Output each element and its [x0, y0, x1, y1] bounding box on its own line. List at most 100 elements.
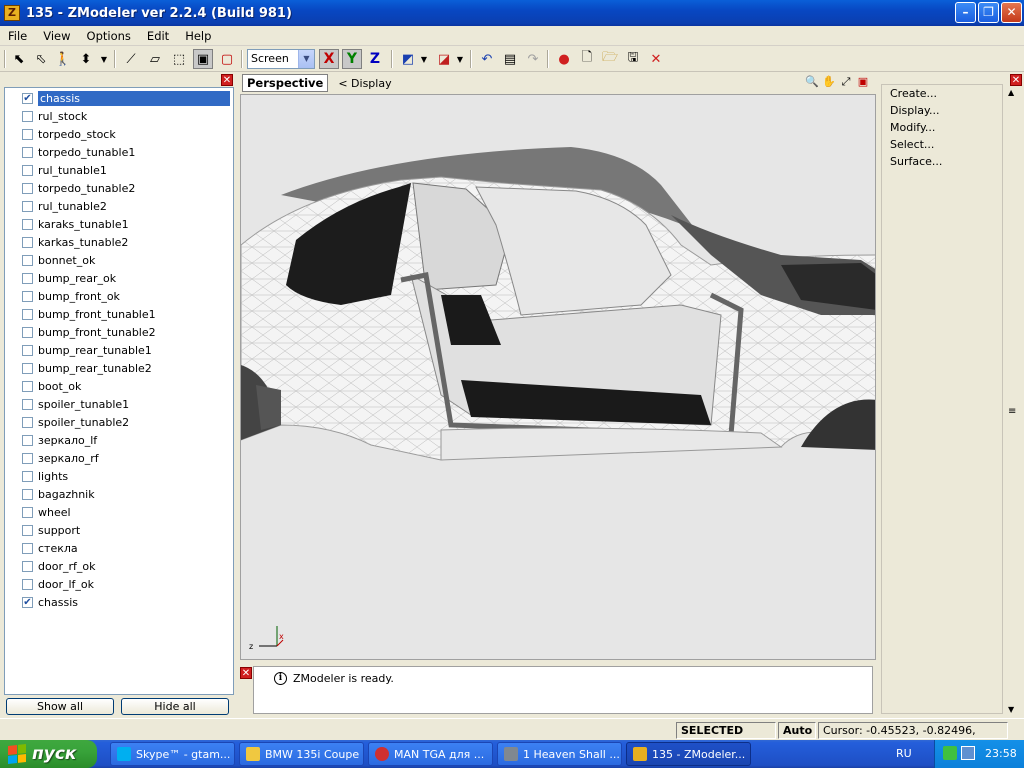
- task-opera[interactable]: MAN TGA для ...: [368, 742, 493, 766]
- object-list-item[interactable]: bagazhnik: [5, 485, 233, 503]
- face-mode-icon[interactable]: ▱: [145, 49, 165, 69]
- network-icon[interactable]: [961, 746, 975, 760]
- panel-close-icon[interactable]: ✕: [1010, 74, 1022, 86]
- maximize-button[interactable]: ❐: [978, 2, 999, 23]
- object-visibility-checkbox[interactable]: ✔: [22, 596, 33, 608]
- surface-command[interactable]: Surface...: [882, 153, 1002, 170]
- pan-hand-icon[interactable]: ✋: [822, 75, 836, 89]
- task-zmodeler[interactable]: 135 - ZModeler...: [626, 742, 751, 766]
- undo-icon[interactable]: ↶: [477, 49, 497, 69]
- view-mode-select[interactable]: Screen ▼: [247, 49, 315, 69]
- open-folder-icon[interactable]: 🗁: [600, 49, 620, 69]
- object-visibility-checkbox[interactable]: [22, 218, 33, 230]
- select-region-icon[interactable]: ⬁: [31, 49, 51, 69]
- walk-tool-icon[interactable]: 🚶: [53, 49, 73, 69]
- object-visibility-checkbox[interactable]: [22, 434, 33, 446]
- show-all-button[interactable]: Show all: [6, 698, 114, 715]
- object-list-item[interactable]: door_lf_ok: [5, 575, 233, 593]
- object-list-item[interactable]: ✔ chassis: [5, 593, 233, 611]
- shield-icon[interactable]: [943, 746, 957, 760]
- object-visibility-checkbox[interactable]: [22, 470, 33, 482]
- object-visibility-checkbox[interactable]: [22, 542, 33, 554]
- maximize-viewport-icon[interactable]: ▣: [856, 75, 870, 89]
- 3d-viewport[interactable]: z x: [240, 94, 876, 660]
- object-list-item[interactable]: torpedo_tunable2: [5, 179, 233, 197]
- object-list-item[interactable]: karaks_tunable1: [5, 215, 233, 233]
- multi-select-icon[interactable]: ⬍: [76, 49, 96, 69]
- transform-icon[interactable]: ◩: [398, 49, 418, 69]
- object-visibility-checkbox[interactable]: [22, 398, 33, 410]
- panel-scroller[interactable]: ▲ ≡ ▼: [1008, 88, 1022, 714]
- new-file-icon[interactable]: 🗋: [577, 49, 597, 69]
- scroll-up-icon[interactable]: ▲: [1008, 88, 1014, 97]
- object-list-item[interactable]: torpedo_tunable1: [5, 143, 233, 161]
- object-visibility-checkbox[interactable]: [22, 110, 33, 122]
- object-visibility-checkbox[interactable]: [22, 524, 33, 536]
- task-folder-bmw[interactable]: BMW 135i Coupe: [239, 742, 364, 766]
- object-list-item[interactable]: lights: [5, 467, 233, 485]
- object-visibility-checkbox[interactable]: [22, 344, 33, 356]
- zoom-icon[interactable]: 🔍: [805, 75, 819, 89]
- object-list-item[interactable]: bump_front_tunable2: [5, 323, 233, 341]
- object-list-item[interactable]: spoiler_tunable2: [5, 413, 233, 431]
- object-list-item[interactable]: стекла: [5, 539, 233, 557]
- scroll-grip-icon[interactable]: ≡: [1008, 406, 1016, 417]
- object-list-item[interactable]: rul_tunable1: [5, 161, 233, 179]
- display-toggle[interactable]: < Display: [338, 77, 391, 90]
- object-list-item[interactable]: bonnet_ok: [5, 251, 233, 269]
- object-list-item[interactable]: bump_front_ok: [5, 287, 233, 305]
- object-list-item[interactable]: зеркало_rf: [5, 449, 233, 467]
- object-visibility-checkbox[interactable]: [22, 416, 33, 428]
- message-close-icon[interactable]: ✕: [240, 667, 252, 679]
- object-visibility-checkbox[interactable]: [22, 362, 33, 374]
- create-command[interactable]: Create...: [882, 85, 1002, 102]
- object-list-item[interactable]: door_rf_ok: [5, 557, 233, 575]
- object-mode-icon[interactable]: ⬚: [169, 49, 189, 69]
- object-visibility-checkbox[interactable]: [22, 452, 33, 464]
- object-visibility-checkbox[interactable]: [22, 164, 33, 176]
- object-visibility-checkbox[interactable]: [22, 254, 33, 266]
- close-button[interactable]: ✕: [1001, 2, 1022, 23]
- object-visibility-checkbox[interactable]: [22, 182, 33, 194]
- zoom-extents-icon[interactable]: ⤢: [839, 75, 853, 89]
- menu-help[interactable]: Help: [177, 29, 219, 43]
- object-list-item[interactable]: spoiler_tunable1: [5, 395, 233, 413]
- modify-command[interactable]: Modify...: [882, 119, 1002, 136]
- undo-list-icon[interactable]: ▤: [500, 49, 520, 69]
- language-indicator[interactable]: RU: [896, 747, 912, 760]
- object-list-item[interactable]: wheel: [5, 503, 233, 521]
- object-list-item[interactable]: ✔ chassis: [5, 89, 233, 107]
- object-list-item[interactable]: bump_front_tunable1: [5, 305, 233, 323]
- object-visibility-checkbox[interactable]: [22, 200, 33, 212]
- axis-z-toggle[interactable]: Z: [365, 49, 385, 69]
- object-visibility-checkbox[interactable]: [22, 506, 33, 518]
- minimize-button[interactable]: –: [955, 2, 976, 23]
- menu-options[interactable]: Options: [79, 29, 139, 43]
- object-visibility-checkbox[interactable]: [22, 236, 33, 248]
- import-icon[interactable]: ◪: [434, 49, 454, 69]
- object-visibility-checkbox[interactable]: ✔: [22, 92, 33, 104]
- object-visibility-checkbox[interactable]: [22, 578, 33, 590]
- record-icon[interactable]: ●: [554, 49, 574, 69]
- object-visibility-checkbox[interactable]: [22, 272, 33, 284]
- select-command[interactable]: Select...: [882, 136, 1002, 153]
- object-list-item[interactable]: boot_ok: [5, 377, 233, 395]
- object-visibility-checkbox[interactable]: [22, 560, 33, 572]
- dropdown-arrow-icon[interactable]: ▼: [418, 49, 430, 69]
- select-tool-icon[interactable]: ⬉: [9, 49, 29, 69]
- object-visibility-checkbox[interactable]: [22, 308, 33, 320]
- object-list-item[interactable]: rul_stock: [5, 107, 233, 125]
- menu-view[interactable]: View: [35, 29, 78, 43]
- object-list-item[interactable]: bump_rear_ok: [5, 269, 233, 287]
- redo-icon[interactable]: ↷: [523, 49, 543, 69]
- object-visibility-checkbox[interactable]: [22, 290, 33, 302]
- menu-file[interactable]: File: [0, 29, 35, 43]
- object-visibility-checkbox[interactable]: [22, 326, 33, 338]
- delete-icon[interactable]: ✕: [646, 49, 666, 69]
- object-list-item[interactable]: karkas_tunable2: [5, 233, 233, 251]
- object-list-item[interactable]: зеркало_lf: [5, 431, 233, 449]
- cube-mode-icon[interactable]: ▣: [193, 49, 213, 69]
- task-skype[interactable]: Skype™ - gtam...: [110, 742, 235, 766]
- start-button[interactable]: пуск: [0, 740, 97, 768]
- vertex-mode-icon[interactable]: ⟋: [121, 49, 141, 69]
